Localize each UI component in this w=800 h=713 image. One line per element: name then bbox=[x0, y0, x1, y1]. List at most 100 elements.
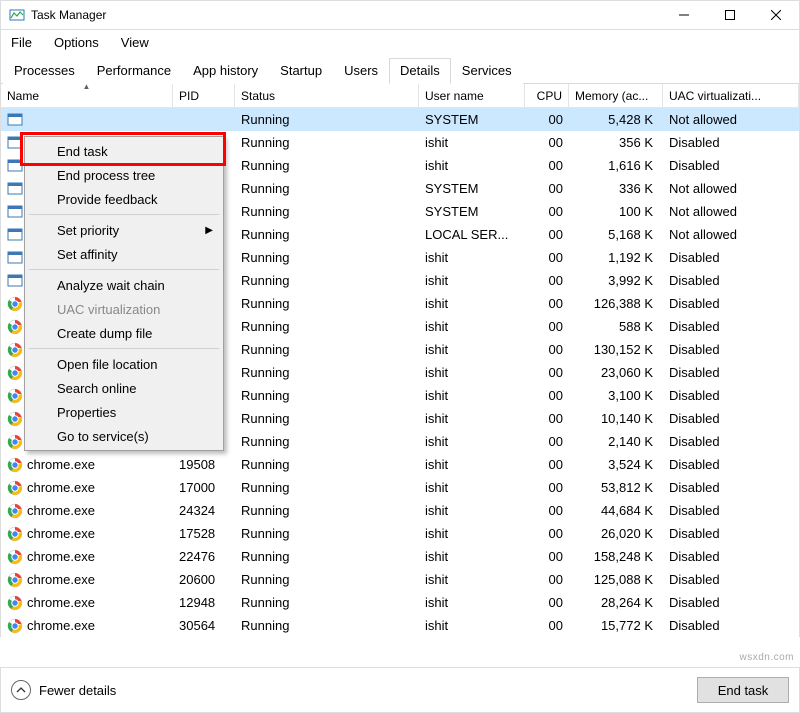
tab-users[interactable]: Users bbox=[333, 58, 389, 84]
menu-item-go-to-service-s-[interactable]: Go to service(s) bbox=[27, 424, 221, 448]
table-row[interactable]: chrome.exe24324Runningishit0044,684 KDis… bbox=[1, 499, 799, 522]
menu-item-properties[interactable]: Properties bbox=[27, 400, 221, 424]
chrome-icon bbox=[7, 319, 23, 335]
cell-uac: Disabled bbox=[663, 526, 799, 541]
cell-memory: 158,248 K bbox=[569, 549, 663, 564]
cell-memory: 1,616 K bbox=[569, 158, 663, 173]
cell-memory: 23,060 K bbox=[569, 365, 663, 380]
menu-item-set-affinity[interactable]: Set affinity bbox=[27, 242, 221, 266]
cell-user: SYSTEM bbox=[419, 204, 525, 219]
table-row[interactable]: chrome.exe17000Runningishit0053,812 KDis… bbox=[1, 476, 799, 499]
table-row[interactable]: chrome.exe20600Runningishit00125,088 KDi… bbox=[1, 568, 799, 591]
cell-cpu: 00 bbox=[525, 250, 569, 265]
cell-uac: Disabled bbox=[663, 549, 799, 564]
cell-status: Running bbox=[235, 434, 419, 449]
cell-cpu: 00 bbox=[525, 549, 569, 564]
separator bbox=[29, 348, 219, 349]
fewer-details-button[interactable]: Fewer details bbox=[11, 680, 116, 700]
cell-user: ishit bbox=[419, 273, 525, 288]
tab-performance[interactable]: Performance bbox=[86, 58, 182, 84]
menu-file[interactable]: File bbox=[7, 33, 36, 52]
app-window-icon bbox=[7, 181, 23, 197]
menu-item-provide-feedback[interactable]: Provide feedback bbox=[27, 187, 221, 211]
col-uac[interactable]: UAC virtualizati... bbox=[663, 84, 799, 107]
window-title: Task Manager bbox=[31, 8, 661, 22]
cell-uac: Disabled bbox=[663, 572, 799, 587]
col-memory[interactable]: Memory (ac... bbox=[569, 84, 663, 107]
table-row[interactable]: chrome.exe22476Runningishit00158,248 KDi… bbox=[1, 545, 799, 568]
menubar: File Options View bbox=[0, 30, 800, 54]
cell-uac: Disabled bbox=[663, 503, 799, 518]
col-name[interactable]: Name bbox=[1, 84, 173, 107]
chrome-icon bbox=[7, 296, 23, 312]
tab-app-history[interactable]: App history bbox=[182, 58, 269, 84]
table-row[interactable]: chrome.exe30564Runningishit0015,772 KDis… bbox=[1, 614, 799, 637]
table-row[interactable]: chrome.exe12948Runningishit0028,264 KDis… bbox=[1, 591, 799, 614]
app-icon bbox=[9, 7, 25, 23]
tab-processes[interactable]: Processes bbox=[3, 58, 86, 84]
cell-status: Running bbox=[235, 342, 419, 357]
cell-status: Running bbox=[235, 503, 419, 518]
app-window-icon bbox=[7, 250, 23, 266]
col-pid[interactable]: PID bbox=[173, 84, 235, 107]
cell-cpu: 00 bbox=[525, 319, 569, 334]
cell-memory: 100 K bbox=[569, 204, 663, 219]
cell-cpu: 00 bbox=[525, 227, 569, 242]
cell-user: ishit bbox=[419, 296, 525, 311]
cell-user: ishit bbox=[419, 572, 525, 587]
menu-view[interactable]: View bbox=[117, 33, 153, 52]
cell-memory: 588 K bbox=[569, 319, 663, 334]
menu-options[interactable]: Options bbox=[50, 33, 103, 52]
close-button[interactable] bbox=[753, 1, 799, 30]
cell-memory: 336 K bbox=[569, 181, 663, 196]
cell-memory: 3,992 K bbox=[569, 273, 663, 288]
menu-item-search-online[interactable]: Search online bbox=[27, 376, 221, 400]
chrome-icon bbox=[7, 342, 23, 358]
cell-uac: Not allowed bbox=[663, 181, 799, 196]
process-name: chrome.exe bbox=[27, 618, 95, 633]
titlebar: Task Manager bbox=[0, 0, 800, 30]
chrome-icon bbox=[7, 549, 23, 565]
menu-item-end-process-tree[interactable]: End process tree bbox=[27, 163, 221, 187]
chrome-icon bbox=[7, 618, 23, 634]
cell-status: Running bbox=[235, 388, 419, 403]
menu-item-analyze-wait-chain[interactable]: Analyze wait chain bbox=[27, 273, 221, 297]
cell-user: ishit bbox=[419, 595, 525, 610]
cell-uac: Disabled bbox=[663, 595, 799, 610]
minimize-button[interactable] bbox=[661, 1, 707, 30]
menu-item-open-file-location[interactable]: Open file location bbox=[27, 352, 221, 376]
cell-pid: 19508 bbox=[173, 457, 235, 472]
tab-services[interactable]: Services bbox=[451, 58, 523, 84]
cell-user: ishit bbox=[419, 365, 525, 380]
table-row[interactable]: chrome.exe17528Runningishit0026,020 KDis… bbox=[1, 522, 799, 545]
cell-user: ishit bbox=[419, 342, 525, 357]
cell-uac: Disabled bbox=[663, 457, 799, 472]
col-status[interactable]: Status bbox=[235, 84, 419, 107]
tab-startup[interactable]: Startup bbox=[269, 58, 333, 84]
cell-memory: 5,428 K bbox=[569, 112, 663, 127]
menu-item-end-task[interactable]: End task bbox=[27, 139, 221, 163]
col-cpu[interactable]: CPU bbox=[525, 84, 569, 107]
end-task-button[interactable]: End task bbox=[697, 677, 789, 703]
cell-cpu: 00 bbox=[525, 135, 569, 150]
table-row[interactable]: RunningSYSTEM005,428 KNot allowed bbox=[1, 108, 799, 131]
chrome-icon bbox=[7, 503, 23, 519]
cell-cpu: 00 bbox=[525, 342, 569, 357]
app-window-icon bbox=[7, 135, 23, 151]
table-row[interactable]: chrome.exe19508Runningishit003,524 KDisa… bbox=[1, 453, 799, 476]
cell-uac: Disabled bbox=[663, 434, 799, 449]
cell-user: LOCAL SER... bbox=[419, 227, 525, 242]
tab-details[interactable]: Details bbox=[389, 58, 451, 84]
cell-memory: 1,192 K bbox=[569, 250, 663, 265]
col-user[interactable]: User name bbox=[419, 84, 525, 107]
maximize-button[interactable] bbox=[707, 1, 753, 30]
menu-item-set-priority[interactable]: Set priority▶ bbox=[27, 218, 221, 242]
cell-memory: 26,020 K bbox=[569, 526, 663, 541]
cell-cpu: 00 bbox=[525, 618, 569, 633]
cell-memory: 10,140 K bbox=[569, 411, 663, 426]
cell-cpu: 00 bbox=[525, 595, 569, 610]
cell-status: Running bbox=[235, 296, 419, 311]
cell-memory: 5,168 K bbox=[569, 227, 663, 242]
cell-user: SYSTEM bbox=[419, 112, 525, 127]
menu-item-create-dump-file[interactable]: Create dump file bbox=[27, 321, 221, 345]
